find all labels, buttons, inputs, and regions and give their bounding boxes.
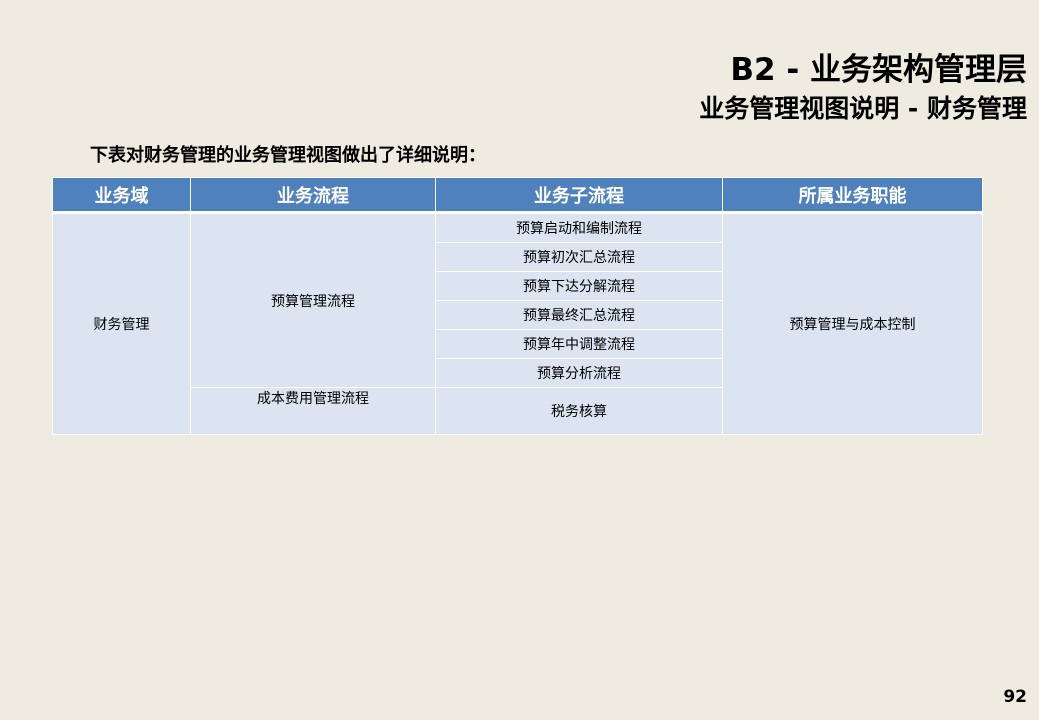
subprocess-cell: 预算最终汇总流程 — [435, 300, 723, 330]
process-cell-budget: 预算管理流程 — [190, 212, 436, 388]
business-view-table: 业务域 业务流程 业务子流程 所属业务职能 财务管理 预算管理流程 预算启动和编… — [52, 177, 983, 435]
subprocess-cell: 税务核算 — [435, 387, 723, 435]
page-number: 92 — [1003, 687, 1027, 707]
subprocess-cell: 预算年中调整流程 — [435, 329, 723, 359]
column-header-domain: 业务域 — [52, 177, 191, 214]
subprocess-cell: 预算分析流程 — [435, 358, 723, 388]
page-subtitle: 业务管理视图说明 - 财务管理 — [699, 94, 1027, 123]
process-cell-cost: 成本费用管理流程 — [190, 387, 436, 435]
subprocess-cell: 预算下达分解流程 — [435, 271, 723, 301]
column-header-process: 业务流程 — [190, 177, 436, 214]
function-cell: 预算管理与成本控制 — [722, 212, 983, 435]
column-header-subprocess: 业务子流程 — [435, 177, 723, 214]
domain-cell: 财务管理 — [52, 212, 191, 435]
table-header-row: 业务域 业务流程 业务子流程 所属业务职能 — [52, 177, 983, 214]
table-row: 财务管理 预算管理流程 预算启动和编制流程 预算管理与成本控制 — [52, 212, 983, 435]
intro-text: 下表对财务管理的业务管理视图做出了详细说明： — [90, 145, 486, 166]
page-title: B2 - 业务架构管理层 — [730, 52, 1027, 88]
subprocess-cell: 预算启动和编制流程 — [435, 212, 723, 243]
subprocess-cell: 预算初次汇总流程 — [435, 242, 723, 272]
column-header-function: 所属业务职能 — [722, 177, 983, 214]
